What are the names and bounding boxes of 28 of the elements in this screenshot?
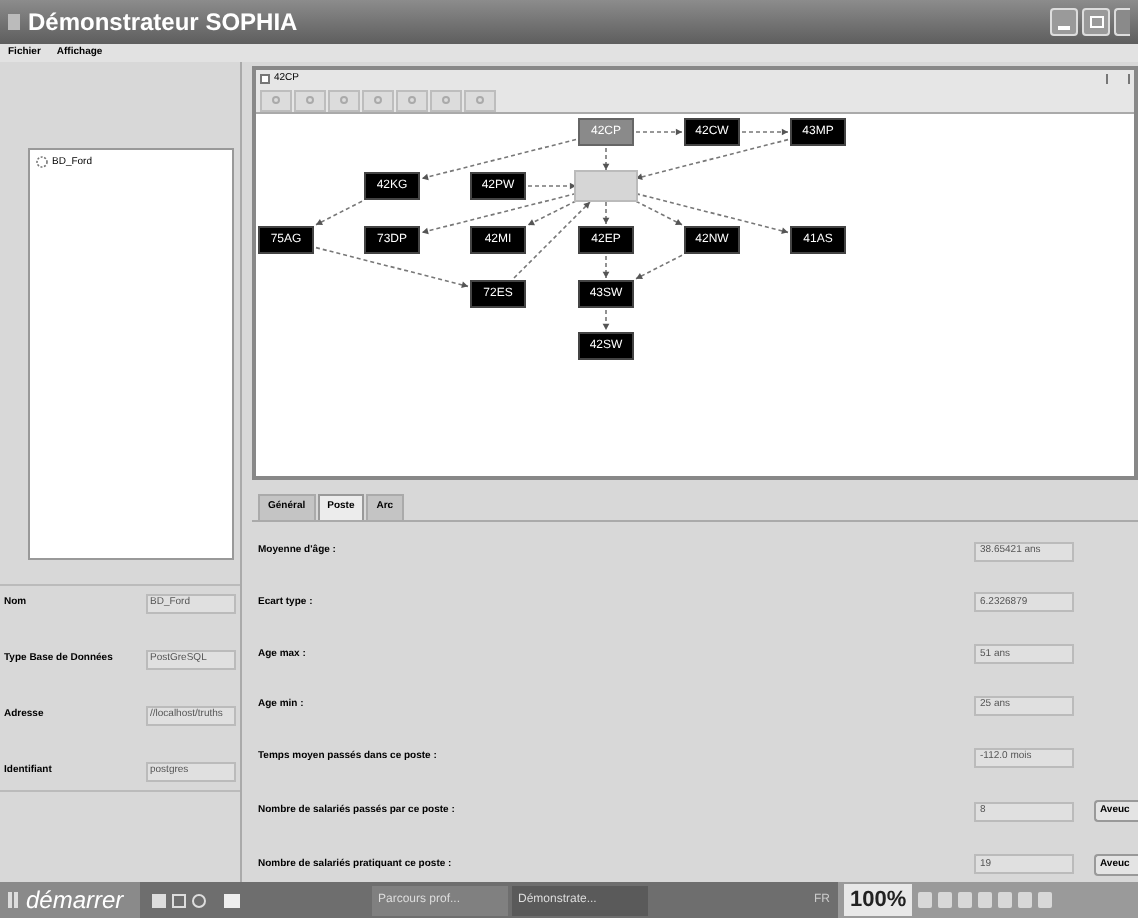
toolbar-button[interactable] <box>362 89 394 111</box>
database-icon <box>36 156 48 168</box>
toolbar-button[interactable] <box>430 89 462 111</box>
dashed-arrow <box>315 200 363 226</box>
dashed-arrow <box>602 201 610 225</box>
console-icon[interactable] <box>224 893 240 907</box>
toolbar-button[interactable] <box>294 89 326 111</box>
toolbar-button[interactable] <box>464 89 496 111</box>
graph-node[interactable] <box>574 170 638 202</box>
toolbar-button[interactable] <box>260 89 292 111</box>
dashed-arrow <box>602 255 610 279</box>
desktop-icon[interactable] <box>152 893 166 907</box>
frame-icon <box>260 74 270 84</box>
minimize-icon[interactable] <box>1050 8 1078 36</box>
frame-controls-icon[interactable] <box>1106 74 1130 84</box>
browser-icon[interactable] <box>172 893 186 907</box>
zoom-level: 100% <box>844 883 913 917</box>
close-icon[interactable] <box>1114 8 1130 36</box>
window-title: Démonstrateur SOPHIA <box>28 6 298 40</box>
toolbar-button[interactable] <box>396 89 428 111</box>
dashed-arrow <box>635 254 683 280</box>
flag-icon <box>8 892 20 908</box>
dashed-arrow <box>602 147 610 171</box>
toolbar-button[interactable] <box>328 89 360 111</box>
app-icon <box>8 14 20 30</box>
media-icon[interactable] <box>192 893 206 907</box>
maximize-icon[interactable] <box>1082 8 1110 36</box>
dashed-arrow <box>602 309 610 331</box>
